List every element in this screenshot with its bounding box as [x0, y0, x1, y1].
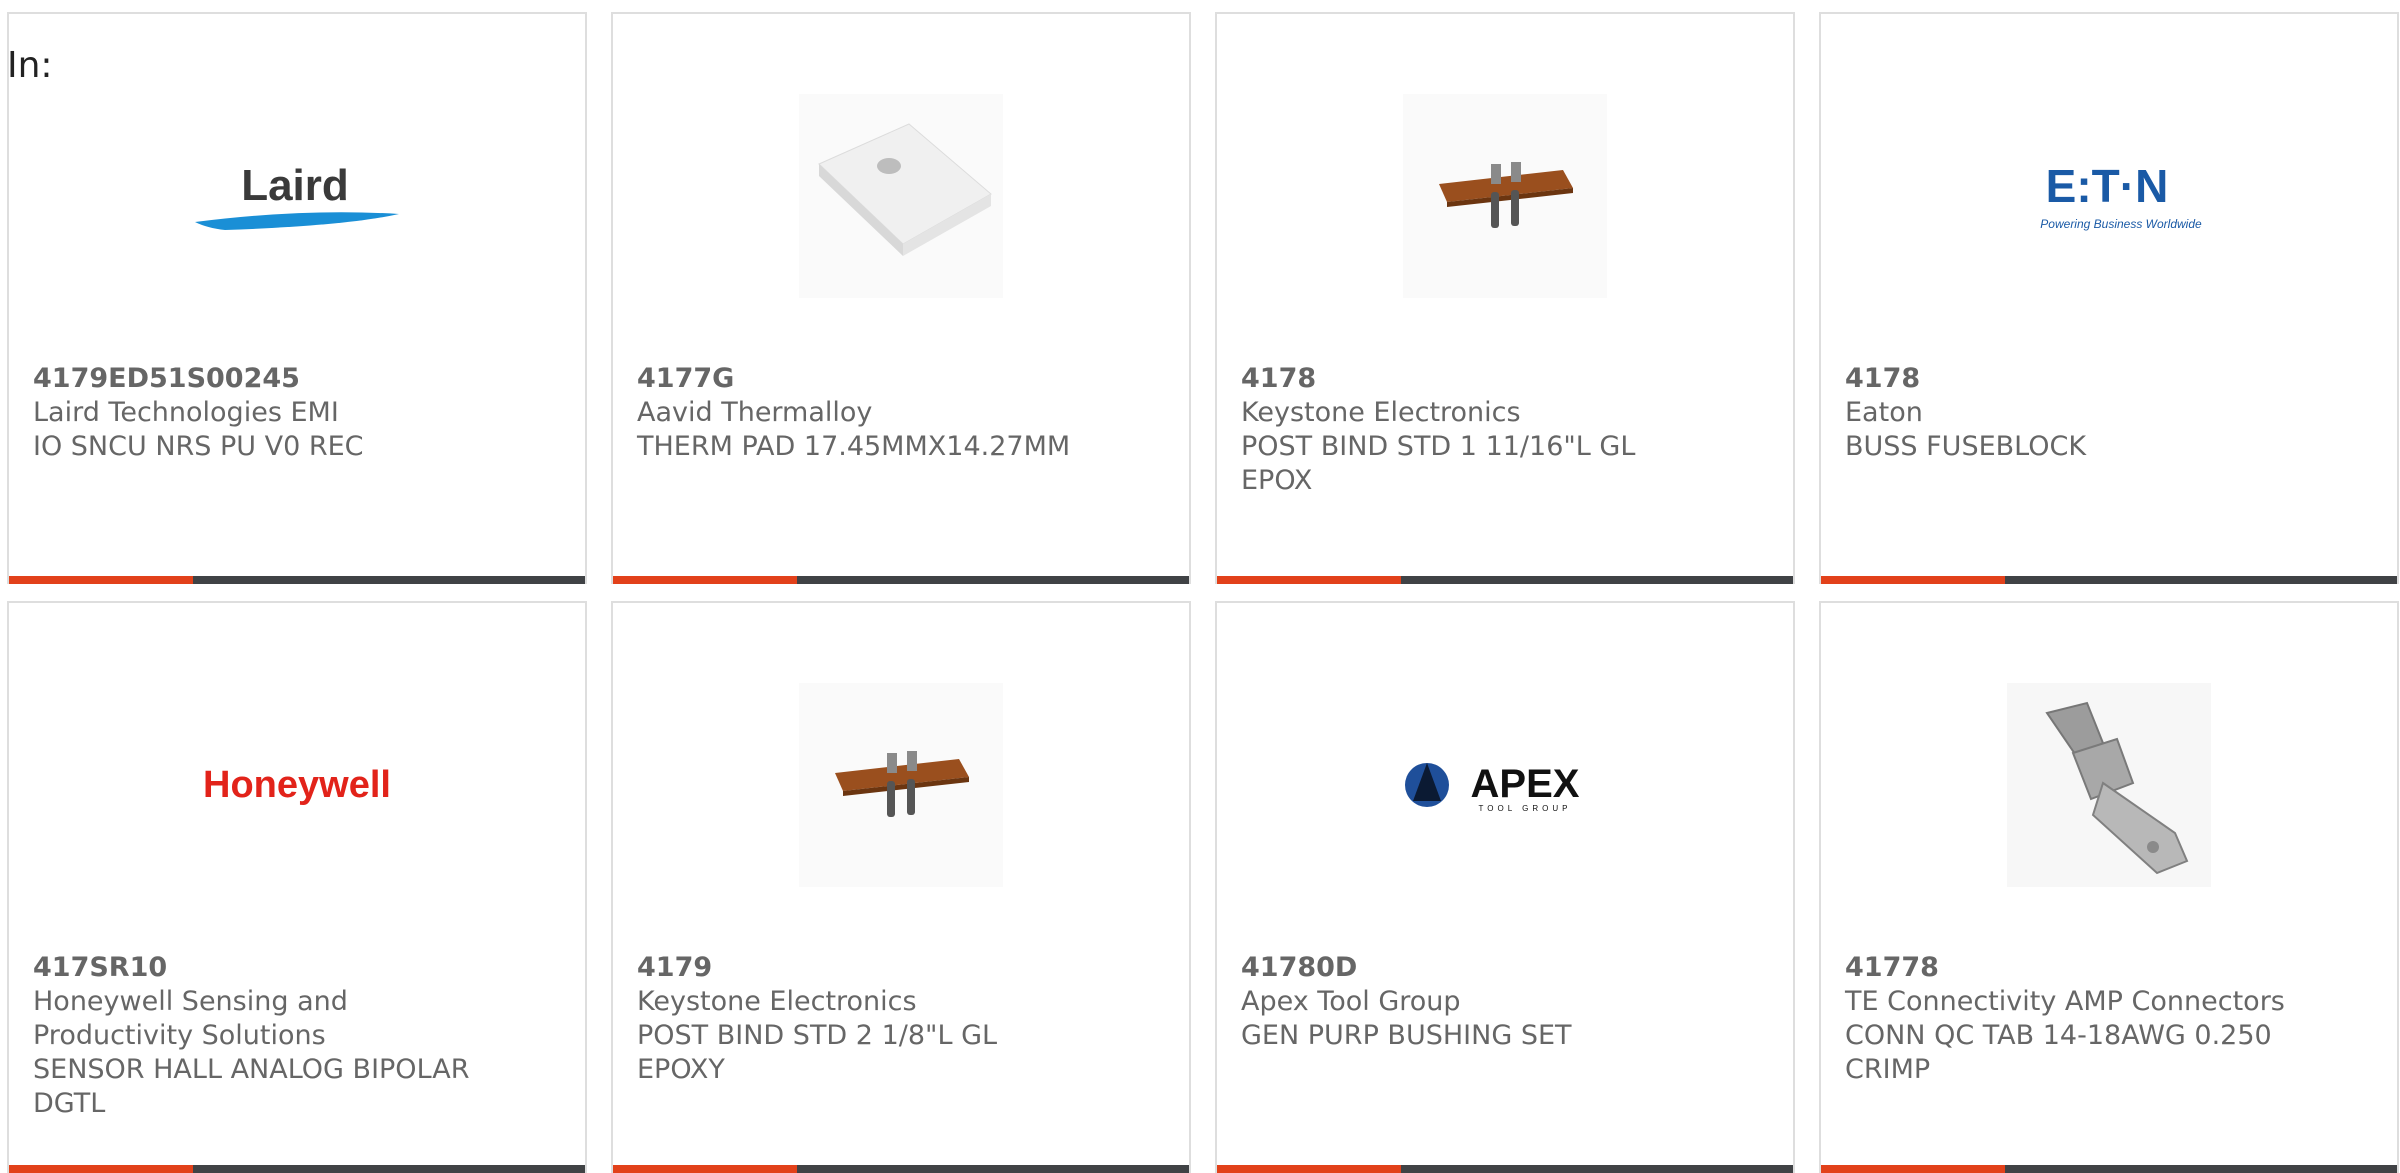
description: THERM PAD 17.45MMX14.27MM — [637, 431, 1071, 462]
description: IO SNCU NRS PU V0 REC — [33, 431, 364, 462]
product-grid: Laird 4179ED51S00245 Laird Technologies … — [0, 0, 2400, 1173]
part-number[interactable]: 4178 — [1845, 362, 2373, 396]
card-accent-bar — [1217, 576, 1793, 584]
eaton-logo-image: E:T·N Powering Business Worldwide — [2007, 94, 2211, 298]
card-accent-bar — [1821, 1165, 2397, 1173]
honeywell-logo-image: Honeywell — [195, 683, 399, 887]
qc-tab-image — [2007, 683, 2211, 887]
product-card[interactable]: E:T·N Powering Business Worldwide 4178 E… — [1819, 12, 2399, 584]
description: POST BIND STD 2 1/8"L GL EPOXY — [637, 1020, 998, 1085]
part-number[interactable]: 417SR10 — [33, 951, 561, 985]
product-card[interactable]: APEX TOOL GROUP 41780D Apex Tool Group G… — [1215, 601, 1795, 1173]
apex-logo-tagline: TOOL GROUP — [1479, 804, 1572, 813]
card-accent-bar — [1217, 1165, 1793, 1173]
part-number[interactable]: 41780D — [1241, 951, 1769, 985]
binding-post-image — [799, 683, 1003, 887]
part-number[interactable]: 4179 — [637, 951, 1165, 985]
manufacturer: Aavid Thermalloy — [637, 397, 873, 428]
description: GEN PURP BUSHING SET — [1241, 1020, 1572, 1051]
manufacturer: Eaton — [1845, 397, 1923, 428]
card-accent-bar — [9, 1165, 585, 1173]
honeywell-logo-text: Honeywell — [203, 764, 391, 806]
product-card[interactable]: 4177G Aavid Thermalloy THERM PAD 17.45MM… — [611, 12, 1191, 584]
filter-label: In: — [7, 45, 53, 86]
manufacturer: Apex Tool Group — [1241, 986, 1461, 1017]
description: BUSS FUSEBLOCK — [1845, 431, 2087, 462]
eaton-logo-text: E:T·N — [2046, 160, 2169, 212]
description: SENSOR HALL ANALOG BIPOLAR DGTL — [33, 1054, 470, 1119]
product-card[interactable]: 4179 Keystone Electronics POST BIND STD … — [611, 601, 1191, 1173]
part-number[interactable]: 41778 — [1845, 951, 2373, 985]
manufacturer: Keystone Electronics — [1241, 397, 1521, 428]
manufacturer: TE Connectivity AMP Connectors — [1845, 986, 2285, 1017]
product-card[interactable]: Laird 4179ED51S00245 Laird Technologies … — [7, 12, 587, 584]
product-card[interactable]: 41778 TE Connectivity AMP Connectors CON… — [1819, 601, 2399, 1173]
apex-logo-image: APEX TOOL GROUP — [1403, 683, 1607, 887]
description: POST BIND STD 1 11/16"L GL EPOX — [1241, 431, 1636, 496]
laird-logo-text: Laird — [241, 161, 349, 210]
part-number[interactable]: 4177G — [637, 362, 1165, 396]
product-card[interactable]: 4178 Keystone Electronics POST BIND STD … — [1215, 12, 1795, 584]
manufacturer: Laird Technologies EMI — [33, 397, 339, 428]
thermal-pad-image — [799, 94, 1003, 298]
binding-post-image — [1403, 94, 1607, 298]
card-accent-bar — [613, 1165, 1189, 1173]
part-number[interactable]: 4179ED51S00245 — [33, 362, 561, 396]
card-accent-bar — [1821, 576, 2397, 584]
card-accent-bar — [9, 576, 585, 584]
laird-logo-image: Laird — [195, 94, 399, 298]
apex-logo-text: APEX — [1471, 762, 1580, 806]
part-number[interactable]: 4178 — [1241, 362, 1769, 396]
product-card[interactable]: Honeywell 417SR10 Honeywell Sensing and … — [7, 601, 587, 1173]
manufacturer: Honeywell Sensing and Productivity Solut… — [33, 986, 348, 1051]
eaton-logo-tagline: Powering Business Worldwide — [2040, 217, 2202, 231]
description: CONN QC TAB 14-18AWG 0.250 CRIMP — [1845, 1020, 2272, 1085]
manufacturer: Keystone Electronics — [637, 986, 917, 1017]
card-accent-bar — [613, 576, 1189, 584]
